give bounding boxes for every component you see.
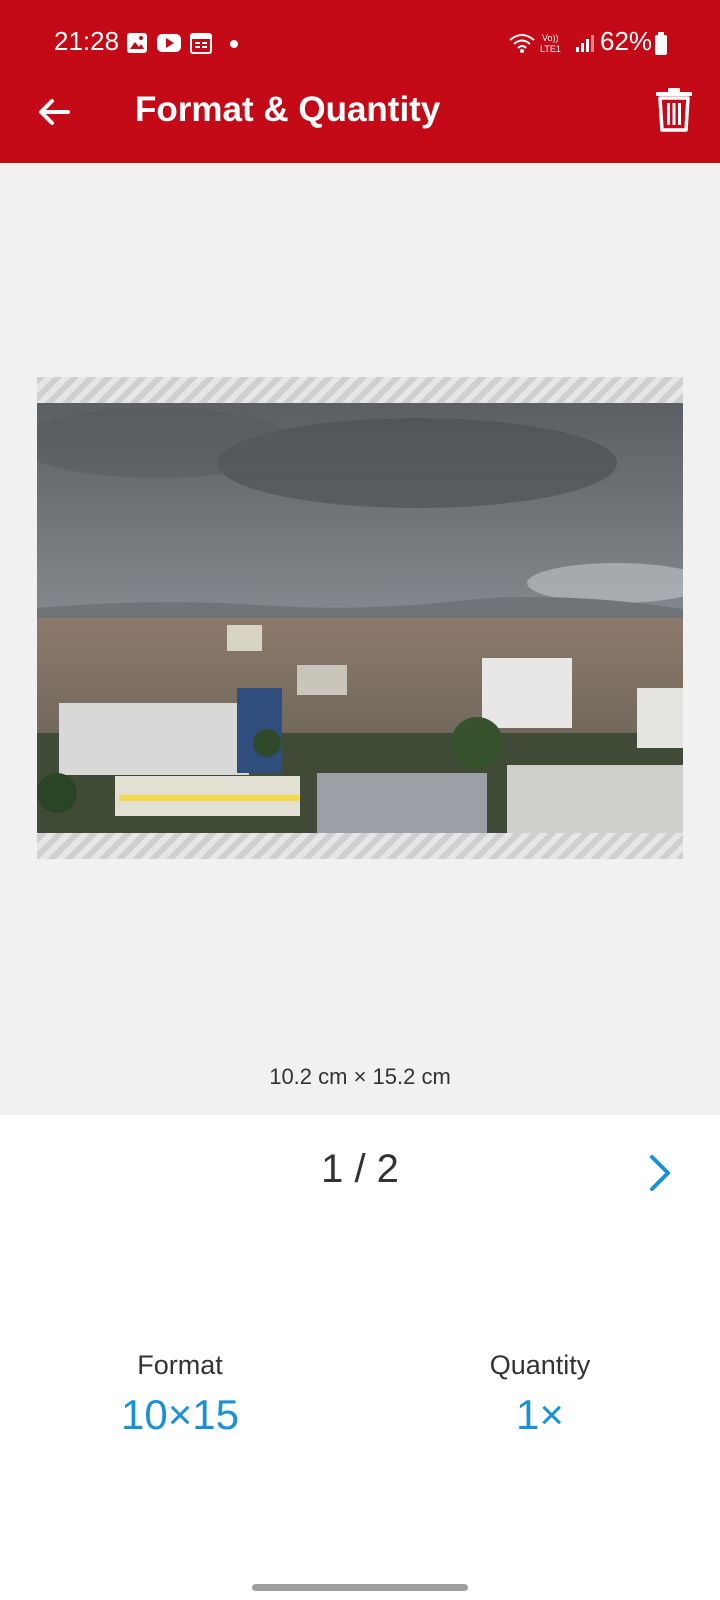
quantity-label: Quantity [489,1350,591,1380]
notification-dot [230,40,238,48]
page-counter: 1 / 2 [321,1147,399,1191]
gallery-icon [127,33,147,53]
arrow-left-icon[interactable] [34,92,74,132]
calendar-icon [190,33,212,54]
svg-text:Vo)): Vo)) [542,33,559,43]
format-label: Format [137,1350,223,1380]
svg-text:LTE1: LTE1 [540,44,561,54]
volte-icon: Vo)) LTE1 [540,33,561,54]
app-bar: 21:28 Vo)) LTE1 62% Format & Quantity [0,0,720,163]
photo-image[interactable] [37,403,683,833]
battery-icon [655,32,667,55]
status-time: 21:28 [54,26,120,56]
format-selector[interactable]: Format 10×15 [50,1350,310,1439]
photo-preview-area: 10.2 cm × 15.2 cm [0,163,720,1115]
trash-icon[interactable] [654,88,694,132]
format-value: 10×15 [121,1391,239,1438]
status-bar: 21:28 Vo)) LTE1 62% [0,22,720,62]
toolbar: Format & Quantity [0,82,720,146]
youtube-icon [157,34,181,52]
wifi-icon [509,34,535,53]
print-frame [37,377,683,859]
quantity-selector[interactable]: Quantity 1× [410,1350,670,1439]
home-indicator[interactable] [252,1584,468,1591]
page-indicator: 1 / 2 [0,1115,720,1225]
quantity-value: 1× [516,1391,564,1438]
page-title: Format & Quantity [135,90,441,129]
chevron-right-icon[interactable] [640,1151,680,1195]
print-size-label: 10.2 cm × 15.2 cm [269,1064,451,1089]
signal-icon [576,35,594,52]
battery-percent: 62% [600,26,653,56]
